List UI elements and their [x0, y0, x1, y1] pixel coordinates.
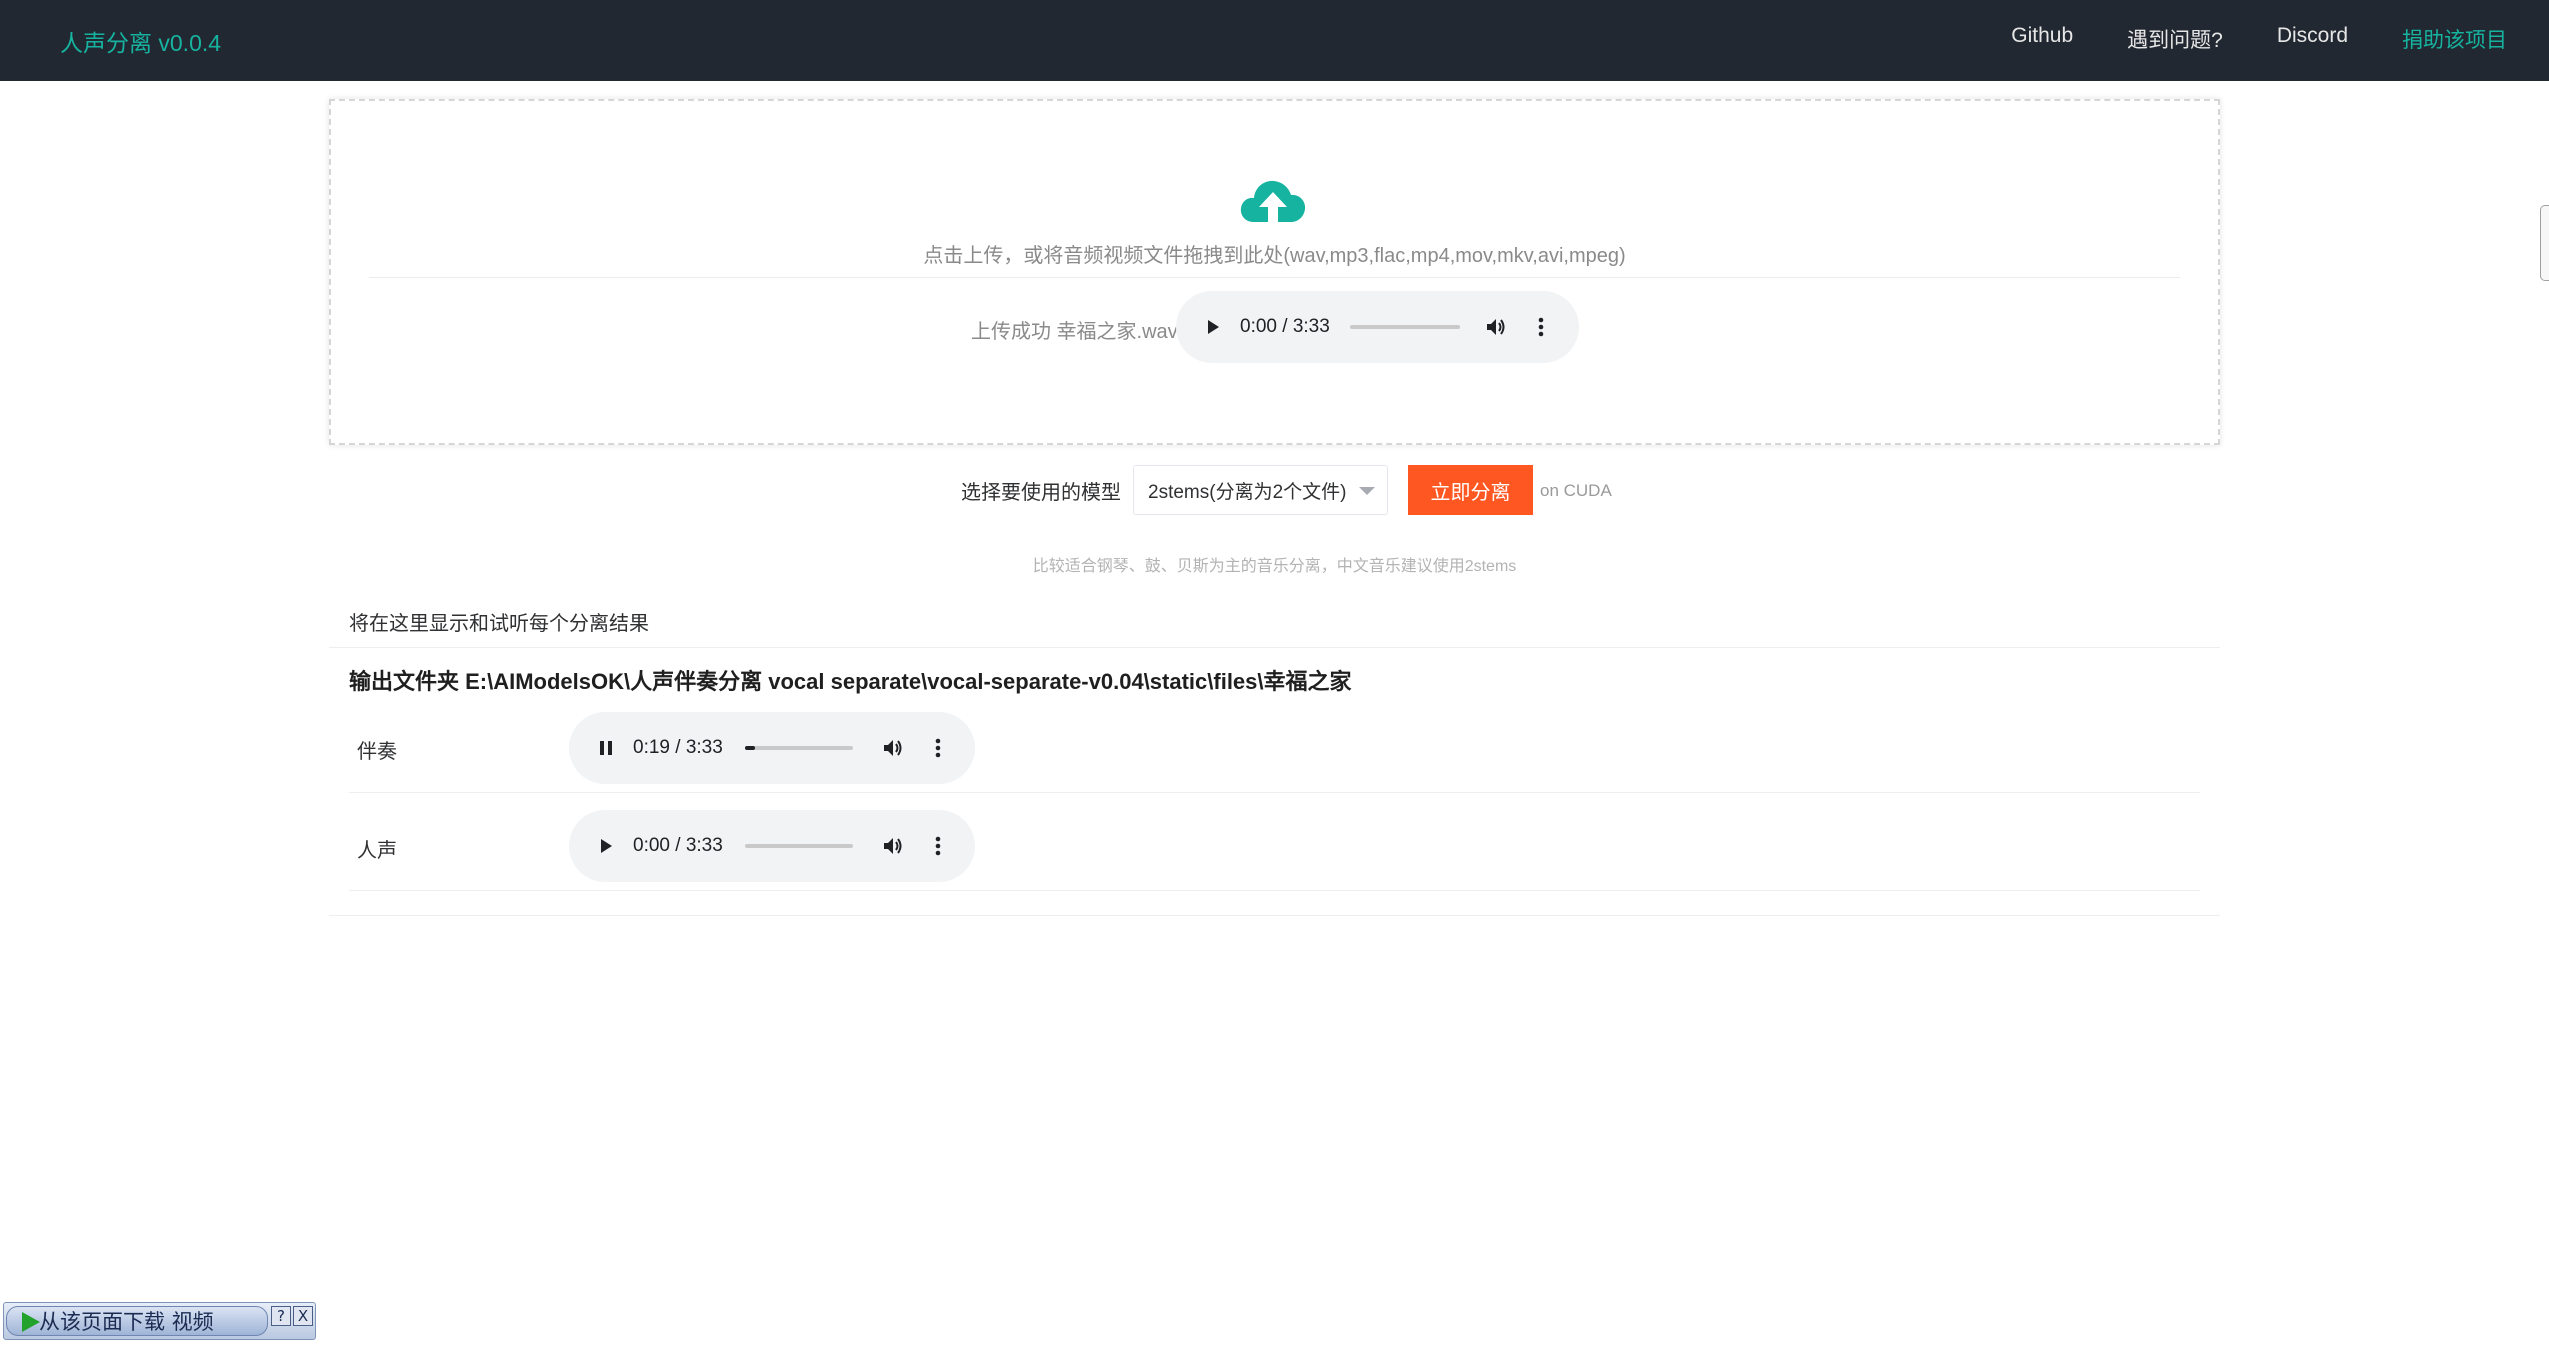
- pause-button[interactable]: [593, 735, 619, 761]
- volume-icon: [883, 740, 902, 756]
- nav-discord-link[interactable]: Discord: [2277, 24, 2348, 54]
- track-label-vocals: 人声: [357, 840, 397, 862]
- close-icon[interactable]: X: [293, 1306, 313, 1326]
- audio-seek-bar[interactable]: [744, 746, 853, 750]
- volume-button[interactable]: [881, 833, 907, 859]
- model-tip: 比较适合钢琴、鼓、贝斯为主的音乐分离，中文音乐建议使用2stems: [1032, 558, 1517, 575]
- audio-seek-bar[interactable]: [744, 844, 853, 848]
- play-button[interactable]: [593, 833, 619, 859]
- model-select[interactable]: 2stems(分离为2个文件): [1133, 465, 1388, 515]
- nav-links: Github 遇到问题? Discord 捐助该项目: [2011, 24, 2507, 54]
- row-divider: [349, 890, 2200, 891]
- play-button[interactable]: [1200, 314, 1226, 340]
- model-select-label: 选择要使用的模型: [961, 482, 1121, 504]
- vocals-audio-player[interactable]: 0:00 / 3:33: [569, 810, 975, 882]
- results-bottom-divider: [329, 915, 2220, 916]
- more-vertical-icon: [935, 738, 941, 758]
- track-label-accompaniment: 伴奏: [357, 741, 397, 763]
- row-divider: [349, 792, 2200, 793]
- output-folder-path: 输出文件夹 E:\AIModelsOK\人声伴奏分离 vocal separat…: [349, 669, 1352, 694]
- more-options-button[interactable]: [925, 735, 951, 761]
- audio-time: 0:00 / 3:33: [633, 835, 723, 856]
- audio-time: 0:19 / 3:33: [633, 737, 723, 758]
- play-icon: [601, 839, 612, 853]
- volume-button[interactable]: [1484, 314, 1510, 340]
- audio-seek-bar[interactable]: [1349, 325, 1460, 329]
- results-intro: 将在这里显示和试听每个分离结果: [349, 613, 649, 635]
- cloud-upload-icon[interactable]: [1238, 176, 1308, 228]
- upload-hint: 点击上传，或将音频视频文件拖拽到此处(wav,mp3,flac,mp4,mov,…: [923, 245, 1626, 267]
- nav-help-link[interactable]: 遇到问题?: [2127, 24, 2223, 54]
- audio-time: 0:00 / 3:33: [1240, 316, 1330, 337]
- model-select-value: 2stems(分离为2个文件): [1148, 481, 1347, 503]
- pause-icon: [600, 741, 612, 755]
- uploaded-audio-player[interactable]: 0:00 / 3:33: [1176, 291, 1579, 363]
- chevron-down-icon: [1359, 487, 1375, 495]
- help-icon[interactable]: ?: [271, 1306, 291, 1326]
- nav-donate-link[interactable]: 捐助该项目: [2402, 24, 2507, 54]
- results-divider: [329, 647, 2220, 648]
- volume-button[interactable]: [881, 735, 907, 761]
- volume-icon: [1486, 319, 1505, 335]
- top-navbar: 人声分离 v0.0.4 Github 遇到问题? Discord 捐助该项目: [0, 0, 2549, 81]
- volume-icon: [883, 838, 902, 854]
- play-icon: [1208, 320, 1219, 334]
- more-options-button[interactable]: [925, 833, 951, 859]
- download-video-button[interactable]: 从该页面下载 视频: [6, 1306, 268, 1336]
- app-title[interactable]: 人声分离 v0.0.4: [60, 24, 221, 58]
- accompaniment-audio-player[interactable]: 0:19 / 3:33: [569, 712, 975, 784]
- more-options-button[interactable]: [1528, 314, 1554, 340]
- device-label: on CUDA: [1540, 481, 1612, 500]
- download-video-label: 从该页面下载 视频: [39, 1310, 214, 1334]
- separate-button[interactable]: 立即分离: [1408, 465, 1533, 515]
- side-panel-tab[interactable]: [2540, 205, 2549, 281]
- more-vertical-icon: [935, 836, 941, 856]
- upload-status: 上传成功 幸福之家.wav: [971, 321, 1178, 343]
- upload-dropzone[interactable]: 点击上传，或将音频视频文件拖拽到此处(wav,mp3,flac,mp4,mov,…: [329, 99, 2220, 445]
- nav-github-link[interactable]: Github: [2011, 24, 2073, 54]
- upload-divider: [369, 277, 2180, 278]
- play-icon: [22, 1312, 40, 1332]
- more-vertical-icon: [1538, 317, 1544, 337]
- video-download-toolbar: 从该页面下载 视频 ? X: [3, 1302, 316, 1340]
